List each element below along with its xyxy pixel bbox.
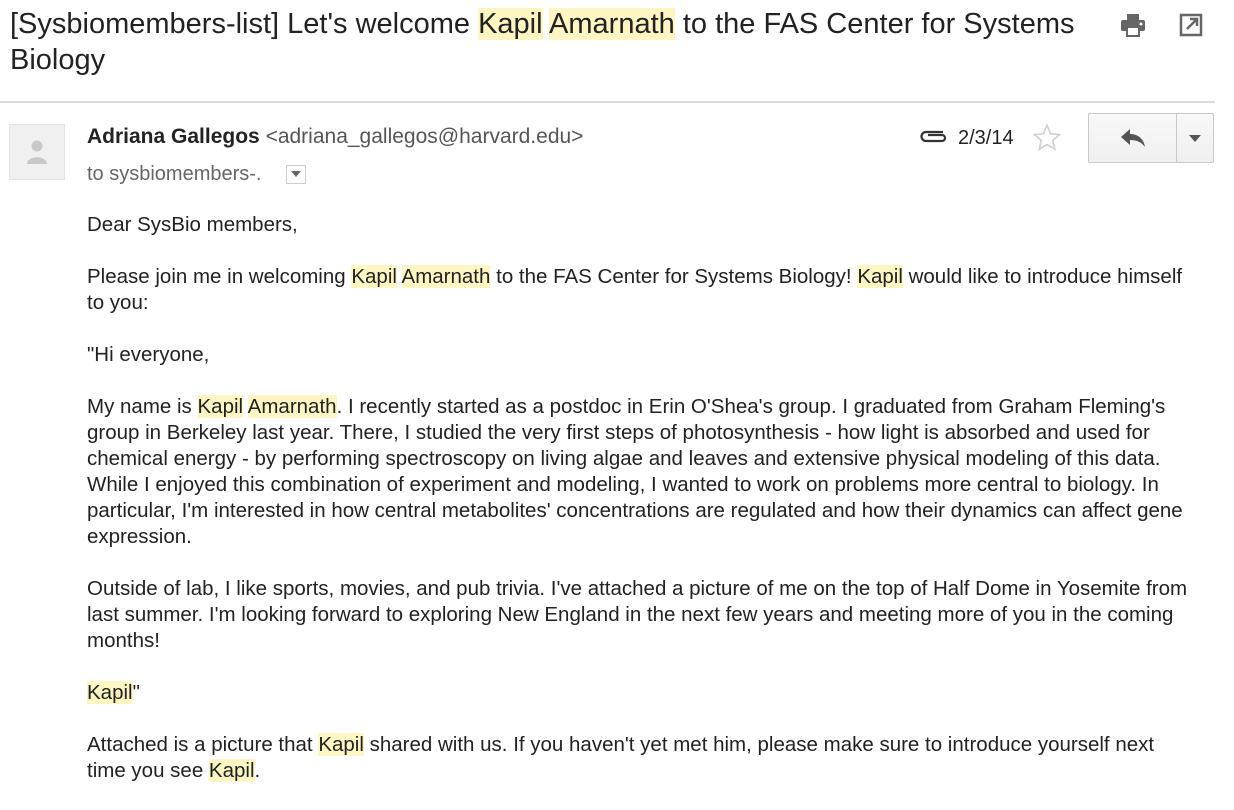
- body-text: Attached is a picture that: [87, 733, 319, 756]
- open-in-new-window-icon[interactable]: [1178, 12, 1204, 38]
- search-highlight: Kapil: [208, 759, 255, 782]
- search-highlight: Kapil: [197, 395, 244, 418]
- body-paragraph: Attached is a picture that Kapil shared …: [87, 732, 1197, 784]
- body-paragraph: "Hi everyone,: [87, 343, 210, 366]
- search-highlight: Kapil: [318, 733, 364, 756]
- search-highlight: Kapil: [478, 8, 543, 40]
- body-text: to the FAS Center for Systems Biology!: [490, 265, 858, 288]
- email-subject: [Sysbiomembers-list] Let's welcome Kapil…: [10, 6, 1100, 78]
- avatar[interactable]: [9, 124, 65, 180]
- body-paragraph: My name is Kapil Amarnath. I recently st…: [87, 394, 1197, 550]
- sender-line: Adriana Gallegos <adriana_gallegos@harva…: [87, 124, 583, 150]
- more-options-button[interactable]: [1177, 114, 1213, 162]
- reply-button[interactable]: [1089, 114, 1177, 162]
- message-date[interactable]: 2/3/14: [958, 127, 1014, 150]
- body-paragraph: Please join me in welcoming Kapil Amarna…: [87, 264, 1197, 316]
- greeting: Dear SysBio members,: [87, 213, 298, 236]
- print-icon[interactable]: [1120, 12, 1146, 38]
- sender-email: <adriana_gallegos@harvard.edu>: [265, 125, 584, 148]
- search-highlight: Kapil: [87, 681, 133, 704]
- recipient-line: to sysbiomembers-.: [87, 161, 306, 187]
- recipient-text: to sysbiomembers-.: [87, 163, 262, 185]
- body-text: .: [254, 759, 261, 782]
- message-body: Dear SysBio members, Please join me in w…: [87, 212, 1197, 810]
- search-highlight: Amarnath: [401, 265, 491, 288]
- body-text: ": [132, 681, 140, 704]
- thread-actions: [1120, 12, 1204, 38]
- body-paragraph: Outside of lab, I like sports, movies, a…: [87, 577, 1188, 652]
- paperclip-icon: [918, 128, 948, 149]
- sender-name[interactable]: Adriana Gallegos: [87, 125, 260, 148]
- dropdown-arrow-icon: [290, 171, 301, 177]
- search-highlight: Kapil: [857, 265, 903, 288]
- reply-button-group: [1088, 113, 1214, 163]
- body-paragraph: Kapil": [87, 680, 1197, 706]
- reply-icon: [1120, 129, 1145, 147]
- person-icon: [27, 140, 47, 164]
- search-highlight: Amarnath: [549, 8, 675, 40]
- search-highlight: Kapil: [351, 265, 397, 288]
- show-details-button[interactable]: [285, 164, 306, 184]
- dropdown-arrow-icon: [1189, 134, 1201, 142]
- body-text: Please join me in welcoming: [87, 265, 352, 288]
- subject-prefix: [Sysbiomembers-list] Let's welcome: [10, 8, 479, 40]
- search-highlight: Amarnath: [247, 395, 337, 418]
- header-divider: [0, 101, 1215, 103]
- star-icon[interactable]: [1032, 123, 1062, 153]
- body-text: My name is: [87, 395, 198, 418]
- message-meta: 2/3/14: [918, 123, 1062, 153]
